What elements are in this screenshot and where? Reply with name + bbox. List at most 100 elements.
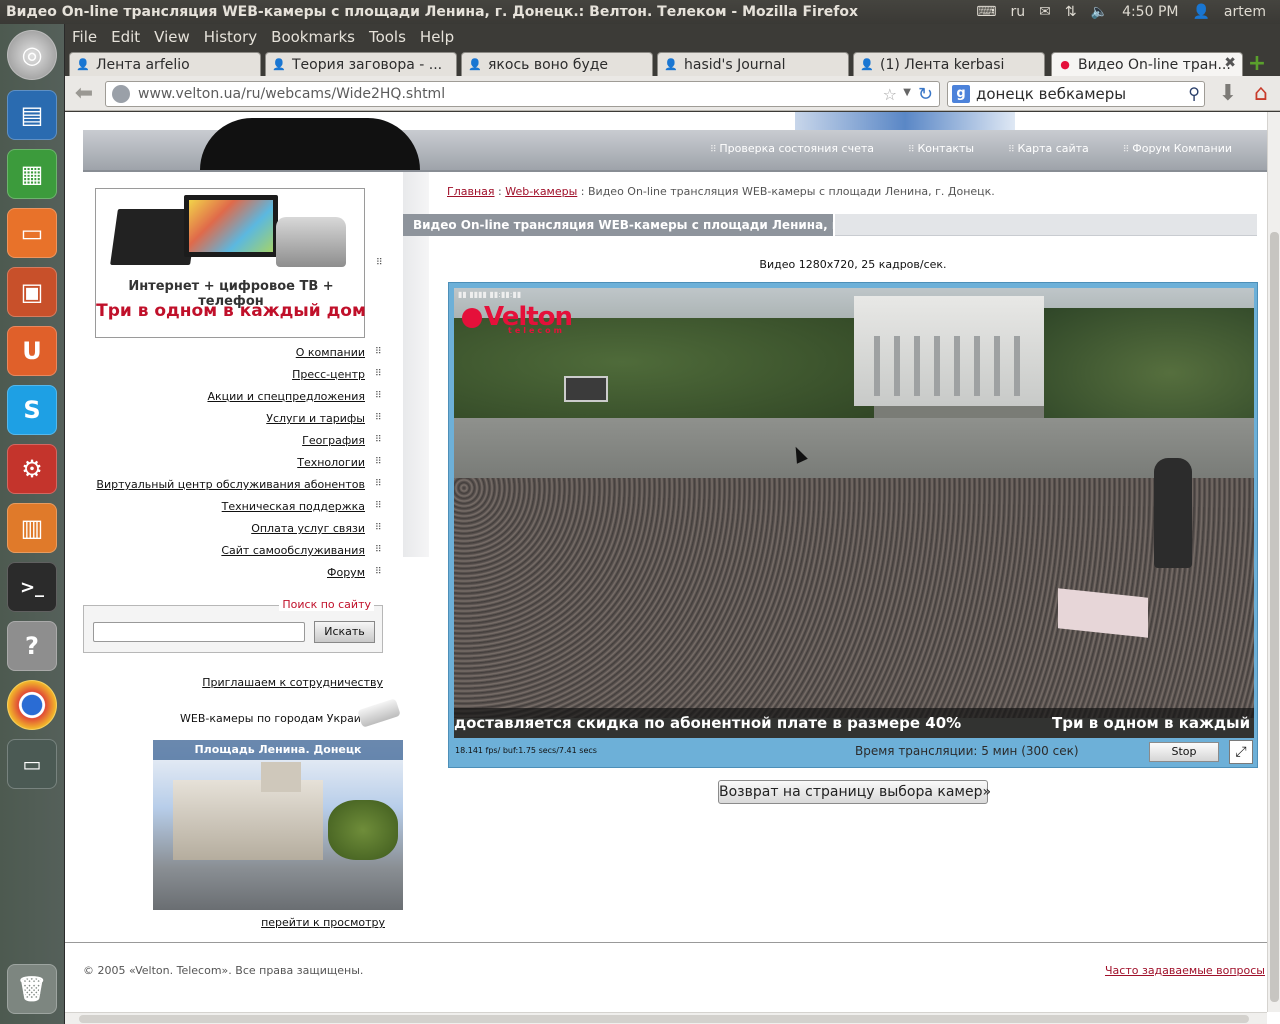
language-indicator[interactable]: ru [1011,4,1026,20]
chrome-icon[interactable] [7,680,57,730]
new-tab-icon[interactable]: + [1246,53,1268,75]
breadcrumb-separator: : [494,185,506,198]
mail-icon[interactable]: ✉ [1039,4,1051,20]
horizontal-scrollbar[interactable] [65,1012,1267,1024]
workspace-switcher-icon[interactable]: ▭ [7,739,57,789]
fullscreen-icon[interactable]: ⤢ [1229,740,1253,764]
tab[interactable]: 👤 Лента arfelio [69,52,261,76]
downloads-icon[interactable]: ⬇ [1215,81,1241,107]
breadcrumb-current: Видео On-line трансляция WEB-камеры с пл… [588,185,995,198]
top-panel: Видео On-line трансляция WEB-камеры с пл… [0,0,1280,24]
window-title: Видео On-line трансляция WEB-камеры с пл… [6,4,858,20]
impress-icon[interactable]: ▣ [7,267,57,317]
nav-sitemap[interactable]: Карта сайта [1008,142,1089,155]
clock[interactable]: 4:50 PM [1122,4,1178,20]
user-icon: 👤 [76,58,90,71]
google-icon[interactable]: g [952,85,970,103]
news-ticker: доставляется скидка по абонентной плате … [454,708,1254,738]
tab-bar: 👤 Лента arfelio 👤 Теория заговора - ... 👤 я… [65,50,1280,76]
breadcrumb-webcams[interactable]: Web-камеры [505,185,577,198]
video-frame[interactable]: ▮▮ ▮▮▮▮ ▮▮:▮▮:▮▮ Velton telecom доставляе… [454,288,1254,738]
webcam-icon [357,698,401,728]
home-icon[interactable]: ⌂ [1247,80,1275,108]
breadcrumb-separator: : [577,185,588,198]
help-icon[interactable]: ? [7,621,57,671]
velton-favicon-icon: ● [1060,58,1070,71]
invite-link[interactable]: Приглашаем к сотрудничеству [202,676,383,689]
menu-history[interactable]: History [197,28,264,46]
search-text[interactable]: донецк вебкамеры [976,85,1126,103]
software-center-icon[interactable]: U [7,326,57,376]
menu-help[interactable]: Help [413,28,461,46]
tab[interactable]: 👤 hasid's Journal [657,52,849,76]
volume-icon[interactable]: 🔈 [1091,4,1108,20]
search-icon[interactable]: ⚲ [1188,84,1200,103]
files-icon[interactable]: ▭ [7,208,57,258]
site-identity-icon[interactable] [112,85,130,103]
menu-tools[interactable]: Tools [362,28,413,46]
user-icon: 👤 [272,58,286,71]
scrollbar-thumb[interactable] [79,1015,1249,1023]
skype-icon[interactable]: S [7,385,57,435]
faq-link[interactable]: Часто задаваемые вопросы [1105,964,1265,977]
nav-account-status[interactable]: Проверка состояния счета [710,142,874,155]
view-link[interactable]: перейти к просмотру [261,916,385,929]
launcher: ◎ ▤ ▦ ▭ ▣ U S ⚙ ▥ >_ ? ▭ 🗑 [0,24,65,1024]
trash-icon[interactable]: 🗑 [7,964,57,1014]
tab-active[interactable]: ● Видео On-line тран... ✖ [1051,52,1243,76]
tab-label: Видео On-line тран... [1078,56,1231,73]
menu-edit[interactable]: Edit [104,28,147,46]
tab-label: (1) Лента kerbasi [880,56,1005,73]
calc-icon[interactable]: ▦ [7,149,57,199]
stop-button[interactable]: Stop [1149,742,1219,762]
tab[interactable]: 👤 (1) Лента kerbasi [853,52,1045,76]
settings-icon[interactable]: ⚙ [7,444,57,494]
url-dropdown-icon[interactable]: ▼ [903,87,911,98]
navigation-bar: ⬅ www.velton.ua/ru/webcams/Wide2HQ.shtml… [65,76,1280,111]
ticker-text: доставляется скидка по абонентной плате … [454,714,962,732]
nav-forum[interactable]: Форум Компании [1123,142,1232,155]
dash-icon[interactable]: ◎ [7,30,57,80]
tree-image [328,800,398,860]
menu-bookmarks[interactable]: Bookmarks [264,28,362,46]
user-name[interactable]: artem [1224,4,1266,20]
vertical-scrollbar[interactable] [1267,112,1280,1012]
ticker-text: Три в одном в каждый д [1052,714,1254,732]
bookmark-star-icon[interactable]: ☆ [883,85,897,104]
keyboard-icon[interactable]: ⌨ [976,4,996,20]
statue-image [1154,458,1192,568]
scrollbar-thumb[interactable] [1270,232,1279,1002]
url-bar[interactable]: www.velton.ua/ru/webcams/Wide2HQ.shtml ☆… [105,81,940,107]
webcam-thumbnail[interactable]: Площадь Ленина. Донецк [153,740,403,910]
tab[interactable]: 👤 Теория заговора - ... [265,52,457,76]
user-icon: 👤 [664,58,678,71]
copyright: © 2005 «Velton. Telecom». Все права защи… [83,964,364,977]
return-button[interactable]: Возврат на страницу выбора камер» [718,780,991,804]
search-bar[interactable]: g донецк вебкамеры ⚲ [947,81,1205,107]
user-icon: 👤 [468,58,482,71]
menu-file[interactable]: File [65,28,104,46]
terminal-icon[interactable]: >_ [7,562,57,612]
header-globe-image [795,112,1015,130]
video-player: ▮▮ ▮▮▮▮ ▮▮:▮▮:▮▮ Velton telecom доставляе… [448,282,1258,768]
network-icon[interactable]: ⇅ [1065,4,1077,20]
thumbnail-title: Площадь Ленина. Донецк [153,740,403,760]
menu-view[interactable]: View [147,28,197,46]
reload-icon[interactable]: ↻ [918,84,933,105]
system-tray: ⌨ ru ✉ ⇅ 🔈 4:50 PM 👤 artem [976,4,1280,20]
close-tab-icon[interactable]: ✖ [1224,55,1236,71]
video-info: Видео 1280x720, 25 кадров/сек. [759,258,947,271]
nav-contacts[interactable]: Контакты [908,142,974,155]
shopping-icon[interactable]: ▥ [7,503,57,553]
breadcrumb: Главная : Web-камеры : Видео On-line тра… [447,185,995,198]
video-logo-sub: telecom [508,326,565,335]
video-logo: Velton telecom [462,302,573,335]
back-button[interactable]: ⬅ [71,81,97,107]
url-text[interactable]: www.velton.ua/ru/webcams/Wide2HQ.shtml [138,86,445,102]
user-icon: 👤 [860,58,874,71]
tab[interactable]: 👤 якось воно буде [461,52,653,76]
writer-icon[interactable]: ▤ [7,90,57,140]
camera-osd: ▮▮ ▮▮▮▮ ▮▮:▮▮:▮▮ [458,290,522,299]
breadcrumb-home[interactable]: Главная [447,185,495,198]
tower-image [261,762,301,792]
